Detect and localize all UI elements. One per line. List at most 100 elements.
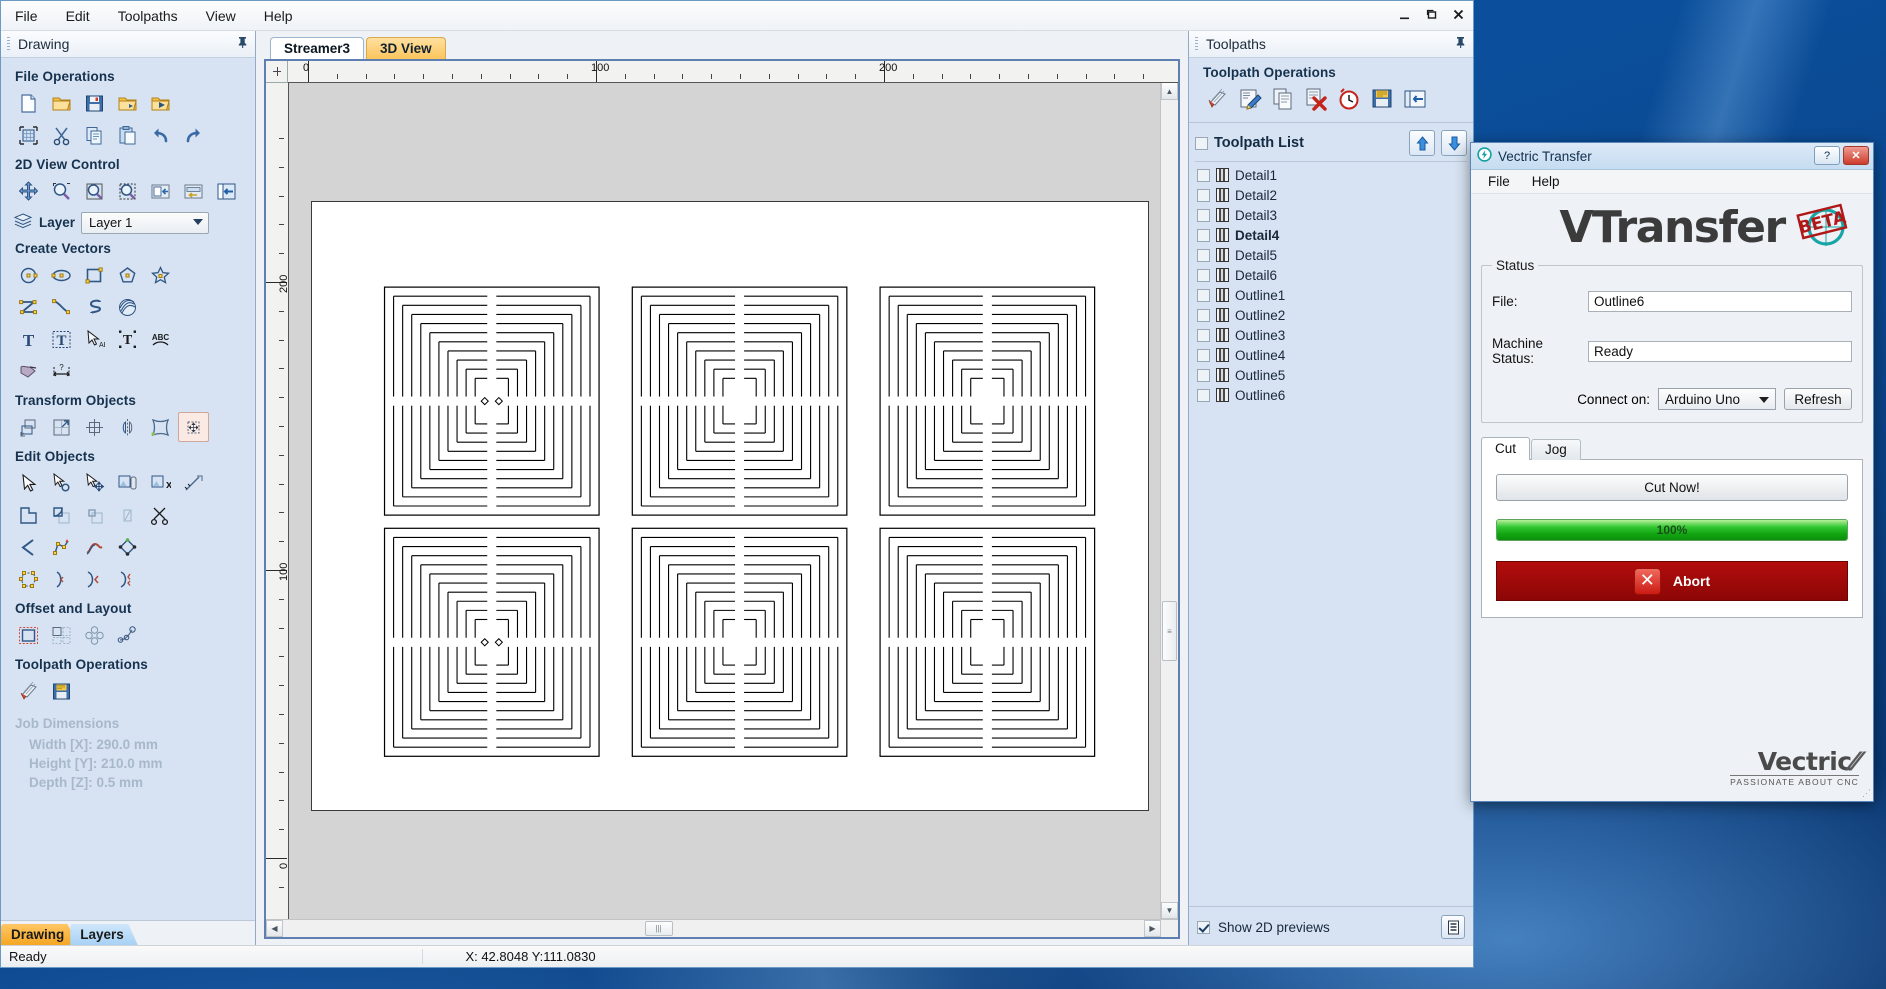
toolpath-checkbox[interactable] bbox=[1197, 188, 1210, 202]
job-setup-icon[interactable] bbox=[13, 120, 44, 150]
circular-copy-icon[interactable] bbox=[79, 620, 110, 650]
polyline-icon[interactable] bbox=[13, 292, 44, 322]
fillet-icon[interactable] bbox=[46, 564, 77, 594]
close-button[interactable]: ✕ bbox=[1843, 146, 1869, 165]
toolpath-checkbox[interactable] bbox=[1197, 168, 1210, 182]
toolpath-checkbox[interactable] bbox=[1197, 328, 1210, 342]
undo-icon[interactable] bbox=[145, 120, 176, 150]
arrow-down-icon[interactable] bbox=[1441, 130, 1467, 156]
zoom-box-icon[interactable] bbox=[112, 176, 143, 206]
ruler-origin-icon[interactable] bbox=[266, 61, 288, 83]
move-nodes-icon[interactable] bbox=[79, 468, 110, 498]
cut-now-button[interactable]: Cut Now! bbox=[1496, 474, 1848, 501]
cut-icon[interactable] bbox=[46, 120, 77, 150]
menu-toolpaths[interactable]: Toolpaths bbox=[106, 4, 190, 28]
fit-curve-icon[interactable] bbox=[112, 532, 143, 562]
text-arc-icon[interactable]: ABC bbox=[145, 324, 176, 354]
toolpath-checkbox[interactable] bbox=[1197, 288, 1210, 302]
estimate-time-icon[interactable] bbox=[1333, 84, 1364, 114]
polygon-icon[interactable] bbox=[112, 260, 143, 290]
ellipse-icon[interactable] bbox=[46, 260, 77, 290]
pin-icon[interactable] bbox=[237, 36, 248, 51]
horizontal-ruler[interactable]: 0 100 200 bbox=[288, 61, 1161, 83]
save-toolpath-icon[interactable] bbox=[46, 676, 77, 706]
zoom-drawing-icon[interactable] bbox=[145, 176, 176, 206]
tab-drawing[interactable]: Drawing bbox=[1, 924, 79, 945]
file-input[interactable]: Outline6 bbox=[1588, 291, 1852, 312]
minimize-icon[interactable] bbox=[1395, 5, 1413, 23]
text-on-curve-icon[interactable]: T bbox=[112, 324, 143, 354]
open-folder-icon[interactable] bbox=[46, 88, 77, 118]
join-vectors-icon[interactable] bbox=[13, 532, 44, 562]
mirror-icon[interactable] bbox=[112, 412, 143, 442]
duplicate-toolpath-icon[interactable] bbox=[1267, 84, 1298, 114]
toolpath-row-outline5[interactable]: Outline5 bbox=[1195, 365, 1467, 385]
show-2d-previews-checkbox[interactable] bbox=[1197, 920, 1210, 934]
vtransfer-menu-help[interactable]: Help bbox=[1521, 172, 1571, 191]
chamfer-icon[interactable] bbox=[79, 564, 110, 594]
horizontal-scrollbar[interactable]: ◀ ||| ▶ bbox=[266, 919, 1178, 937]
drawing-viewport[interactable] bbox=[289, 83, 1160, 919]
toolpath-row-detail6[interactable]: Detail6 bbox=[1195, 265, 1467, 285]
tab-layers[interactable]: Layers bbox=[70, 924, 138, 945]
text-box-icon[interactable]: T bbox=[46, 324, 77, 354]
weld-icon[interactable] bbox=[13, 500, 44, 530]
tab-cut[interactable]: Cut bbox=[1481, 437, 1531, 460]
menu-edit[interactable]: Edit bbox=[54, 4, 102, 28]
toolpath-row-outline2[interactable]: Outline2 bbox=[1195, 305, 1467, 325]
zoom-in-icon[interactable] bbox=[46, 176, 77, 206]
drag-grip-icon[interactable] bbox=[7, 37, 10, 51]
toolpath-checkbox[interactable] bbox=[1197, 268, 1210, 282]
menu-view[interactable]: View bbox=[194, 4, 248, 28]
circle-icon[interactable] bbox=[13, 260, 44, 290]
open-recent-icon[interactable] bbox=[112, 88, 143, 118]
toolpath-row-outline4[interactable]: Outline4 bbox=[1195, 345, 1467, 365]
tab-3d-view[interactable]: 3D View bbox=[366, 37, 446, 59]
maximize-icon[interactable] bbox=[1422, 6, 1440, 22]
toolpath-list[interactable]: Detail1 Detail2 Detail3 Detail4 Detail5 Detai… bbox=[1195, 161, 1467, 906]
scroll-right-button[interactable]: ▶ bbox=[1144, 920, 1161, 937]
toolpath-checkbox[interactable] bbox=[1197, 388, 1210, 402]
toggle-panel-icon[interactable] bbox=[211, 176, 242, 206]
curve-icon[interactable] bbox=[46, 292, 77, 322]
close-vectors-icon[interactable] bbox=[46, 532, 77, 562]
copy-icon[interactable] bbox=[79, 120, 110, 150]
drag-grip-icon[interactable] bbox=[1195, 37, 1198, 51]
intersect-icon[interactable] bbox=[79, 500, 110, 530]
rotate-icon[interactable] bbox=[79, 412, 110, 442]
toolpath-row-outline6[interactable]: Outline6 bbox=[1195, 385, 1467, 405]
tab-streamer3[interactable]: Streamer3 bbox=[270, 37, 365, 59]
toolpath-checkbox[interactable] bbox=[1197, 248, 1210, 262]
pan-icon[interactable] bbox=[13, 176, 44, 206]
rectangle-icon[interactable] bbox=[79, 260, 110, 290]
layer-select[interactable]: Layer 1 bbox=[81, 211, 210, 234]
toolpath-row-detail5[interactable]: Detail5 bbox=[1195, 245, 1467, 265]
trace-bitmap-icon[interactable] bbox=[13, 356, 44, 386]
toolpath-list-checkbox[interactable] bbox=[1195, 136, 1208, 150]
node-edit-icon[interactable] bbox=[46, 468, 77, 498]
vertical-ruler[interactable]: 0 100 200 bbox=[266, 83, 289, 919]
measure-icon[interactable] bbox=[178, 468, 209, 498]
pin-icon[interactable] bbox=[1455, 36, 1466, 51]
close-icon[interactable] bbox=[1449, 6, 1467, 22]
vertical-scrollbar[interactable]: ▲ ≡ ▼ bbox=[1160, 83, 1178, 919]
scroll-up-button[interactable]: ▲ bbox=[1161, 83, 1178, 100]
vtransfer-title-bar[interactable]: Vectric Transfer ? ✕ bbox=[1471, 143, 1873, 170]
connect-port-select[interactable]: Arduino Uno bbox=[1658, 388, 1776, 410]
toolpath-summary-icon[interactable] bbox=[1399, 84, 1430, 114]
dimension-icon[interactable]: ? bbox=[46, 356, 77, 386]
move-icon[interactable] bbox=[13, 412, 44, 442]
toolpath-row-detail2[interactable]: Detail2 bbox=[1195, 185, 1467, 205]
texture-icon[interactable] bbox=[112, 292, 143, 322]
toolpath-checkbox[interactable] bbox=[1197, 208, 1210, 222]
subtract-icon[interactable] bbox=[46, 500, 77, 530]
toolpath-checkbox[interactable] bbox=[1197, 308, 1210, 322]
scroll-down-button[interactable]: ▼ bbox=[1161, 902, 1178, 919]
save-icon[interactable] bbox=[79, 88, 110, 118]
import-icon[interactable] bbox=[145, 88, 176, 118]
toolpath-row-detail3[interactable]: Detail3 bbox=[1195, 205, 1467, 225]
arrow-up-icon[interactable] bbox=[1409, 130, 1435, 156]
scale-icon[interactable] bbox=[46, 412, 77, 442]
notch-icon[interactable] bbox=[112, 564, 143, 594]
toolpath-row-outline3[interactable]: Outline3 bbox=[1195, 325, 1467, 345]
